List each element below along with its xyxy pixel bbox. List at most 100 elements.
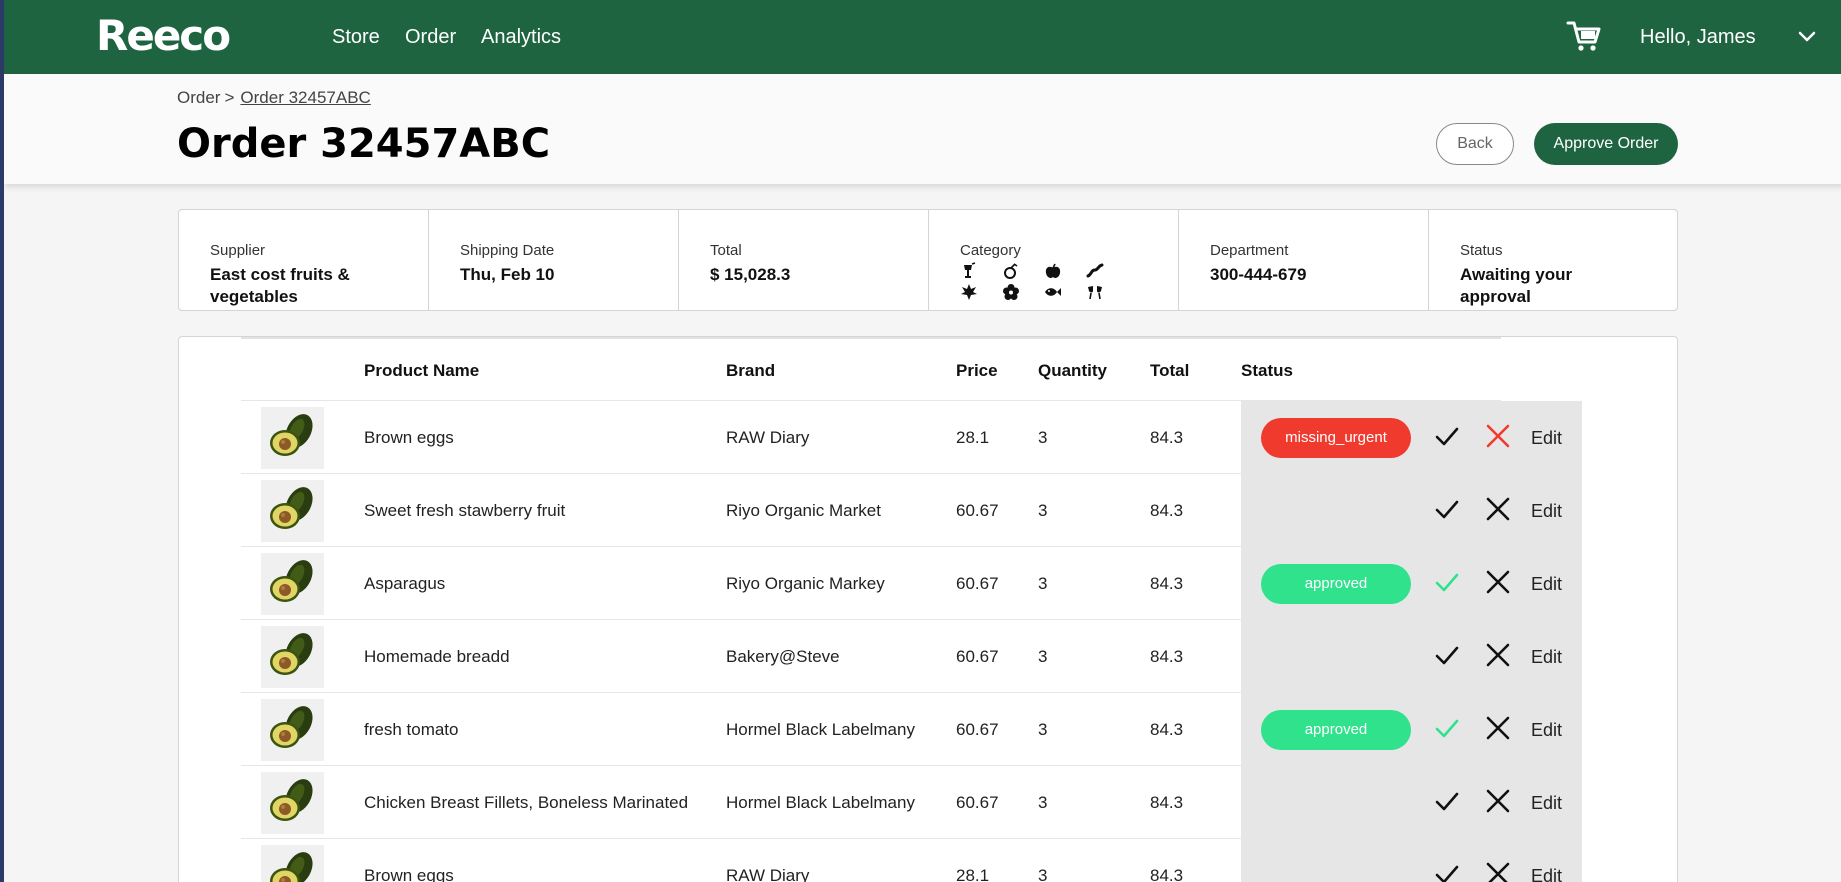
table-row: fresh tomato Hormel Black Labelmany 60.6… <box>241 692 1582 766</box>
mark-missing-x-icon[interactable] <box>1485 423 1511 449</box>
product-quantity: 3 <box>1038 793 1048 812</box>
edit-button[interactable]: Edit <box>1531 646 1562 668</box>
status-cell: Edit <box>1241 839 1582 882</box>
table-row: Brown eggs RAW Diary 28.1 3 84.3 Edit <box>241 838 1582 882</box>
header-price[interactable]: Price <box>956 361 998 381</box>
breadcrumb-order-link[interactable]: Order <box>177 88 220 107</box>
header-status[interactable]: Status <box>1241 361 1293 381</box>
table-row: Brown eggs RAW Diary 28.1 3 84.3 missing… <box>241 400 1582 474</box>
status-cell: approved Edit <box>1241 547 1582 620</box>
product-brand: RAW Diary <box>726 428 810 447</box>
breadcrumb-current[interactable]: Order 32457ABC <box>240 88 370 107</box>
summary-shipping-date: Shipping Date Thu, Feb 10 <box>429 210 679 310</box>
product-brand: Bakery@Steve <box>726 647 840 666</box>
supplier-value: East cost fruits & vegetables <box>210 265 350 306</box>
avocado-image <box>270 560 313 602</box>
cart-icon[interactable] <box>1566 18 1602 54</box>
avocado-image <box>270 487 313 529</box>
table-row: Sweet fresh stawberry fruit Riyo Organic… <box>241 473 1582 547</box>
breadcrumb-separator: > <box>224 88 235 107</box>
edit-button[interactable]: Edit <box>1531 719 1562 741</box>
product-total: 84.3 <box>1150 793 1184 812</box>
mark-missing-x-icon[interactable] <box>1485 496 1511 522</box>
mark-missing-x-icon[interactable] <box>1485 569 1511 595</box>
avocado-image <box>270 706 313 748</box>
edit-button[interactable]: Edit <box>1531 500 1562 522</box>
approve-check-icon[interactable] <box>1434 644 1460 668</box>
app-window: Reeco Store Order Analytics Hello, James… <box>0 0 1841 882</box>
summary-category: Category <box>929 210 1179 310</box>
top-navbar: Reeco Store Order Analytics Hello, James <box>4 0 1841 74</box>
product-total: 84.3 <box>1150 866 1184 882</box>
product-thumbnail <box>261 626 324 688</box>
shipping-date-value: Thu, Feb 10 <box>460 265 555 284</box>
mark-missing-x-icon[interactable] <box>1485 788 1511 814</box>
product-price: 60.67 <box>956 793 999 812</box>
product-name: fresh tomato <box>364 720 459 739</box>
order-header: Order > Order 32457ABC Order 32457ABC Back… <box>4 74 1841 184</box>
mark-missing-x-icon[interactable] <box>1485 861 1511 882</box>
user-greeting[interactable]: Hello, James <box>1640 24 1756 50</box>
avocado-image <box>270 414 313 456</box>
chevron-down-icon[interactable] <box>1798 30 1816 44</box>
approve-check-icon[interactable] <box>1434 425 1460 449</box>
product-name: Brown eggs <box>364 866 454 882</box>
status-label: Status <box>1460 242 1503 259</box>
product-quantity: 3 <box>1038 720 1048 739</box>
product-thumbnail <box>261 845 324 882</box>
status-badge: approved <box>1261 710 1411 750</box>
product-price: 60.67 <box>956 501 999 520</box>
nav-link-order[interactable]: Order <box>405 24 456 50</box>
product-price: 60.67 <box>956 647 999 666</box>
edit-button[interactable]: Edit <box>1531 865 1562 882</box>
table-row: Homemade breadd Bakery@Steve 60.67 3 84.… <box>241 619 1582 693</box>
table-header: Product Name Brand Price Quantity Total … <box>241 337 1501 400</box>
product-name: Sweet fresh stawberry fruit <box>364 501 566 520</box>
status-badge: missing_urgent <box>1261 418 1411 458</box>
category-label: Category <box>960 242 1021 259</box>
summary-supplier: Supplier East cost fruits & vegetables <box>179 210 429 310</box>
status-badge: approved <box>1261 564 1411 604</box>
product-name: Asparagus <box>364 574 446 593</box>
status-cell: approved Edit <box>1241 693 1582 766</box>
edit-button[interactable]: Edit <box>1531 573 1562 595</box>
status-cell: missing_urgent Edit <box>1241 401 1582 474</box>
product-thumbnail <box>261 699 324 761</box>
approve-check-icon[interactable] <box>1434 863 1460 882</box>
product-brand: Riyo Organic Markey <box>726 574 885 593</box>
product-price: 28.1 <box>956 866 990 882</box>
header-brand[interactable]: Brand <box>726 361 775 381</box>
approve-order-button[interactable]: Approve Order <box>1534 123 1678 165</box>
approve-check-icon[interactable] <box>1434 571 1460 595</box>
product-name: Brown eggs <box>364 428 454 447</box>
status-value: Awaiting your approval <box>1460 265 1573 306</box>
header-quantity[interactable]: Quantity <box>1038 361 1107 381</box>
nav-link-store[interactable]: Store <box>332 24 380 50</box>
back-button[interactable]: Back <box>1436 123 1514 165</box>
product-price: 60.67 <box>956 574 999 593</box>
product-brand: RAW Diary <box>726 866 810 882</box>
department-label: Department <box>1210 242 1289 259</box>
header-total[interactable]: Total <box>1150 361 1189 381</box>
approve-check-icon[interactable] <box>1434 498 1460 522</box>
reeco-logo[interactable]: Reeco <box>96 12 231 60</box>
mark-missing-x-icon[interactable] <box>1485 715 1511 741</box>
product-thumbnail <box>261 553 324 615</box>
edit-button[interactable]: Edit <box>1531 427 1562 449</box>
product-quantity: 3 <box>1038 647 1048 666</box>
summary-department: Department 300-444-679 <box>1179 210 1429 310</box>
edit-button[interactable]: Edit <box>1531 792 1562 814</box>
status-cell: Edit <box>1241 766 1582 839</box>
status-cell: Edit <box>1241 474 1582 547</box>
cheers-icon <box>1088 286 1102 300</box>
nav-link-analytics[interactable]: Analytics <box>481 24 561 50</box>
header-product-name[interactable]: Product Name <box>364 361 479 381</box>
shipping-date-label: Shipping Date <box>460 242 555 259</box>
approve-check-icon[interactable] <box>1434 790 1460 814</box>
approve-check-icon[interactable] <box>1434 717 1460 741</box>
product-price: 28.1 <box>956 428 990 447</box>
mark-missing-x-icon[interactable] <box>1485 642 1511 668</box>
product-thumbnail <box>261 480 324 542</box>
summary-status: Status Awaiting your approval <box>1429 210 1679 310</box>
product-name: Homemade breadd <box>364 647 510 666</box>
